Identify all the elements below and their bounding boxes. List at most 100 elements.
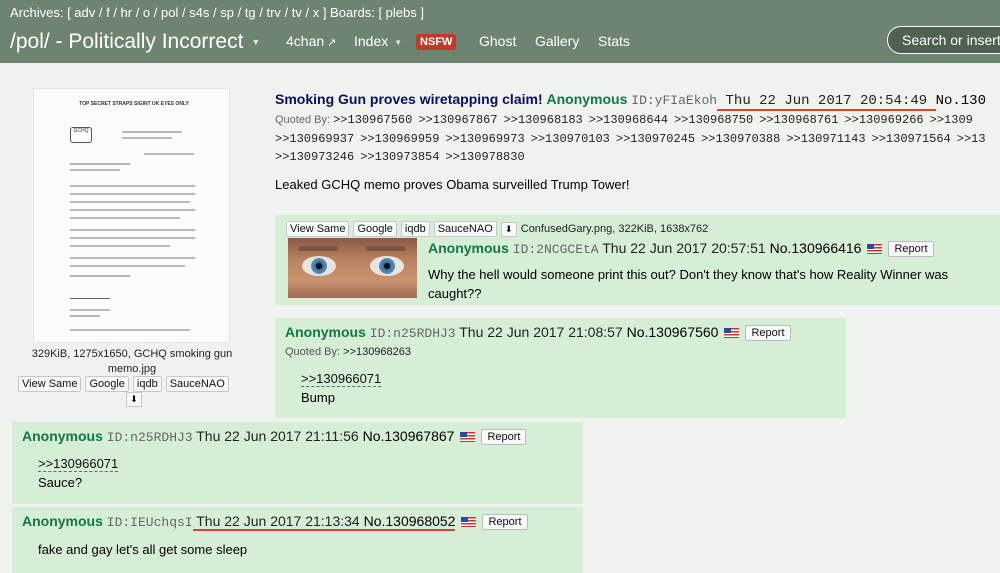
post-date: Thu 22 Jun 2017 21:08:57 bbox=[459, 324, 623, 340]
post-number[interactable]: No.130968052 bbox=[364, 513, 456, 529]
post-number[interactable]: No.130966416 bbox=[770, 240, 862, 256]
nav-gallery-link[interactable]: Gallery bbox=[535, 33, 579, 49]
backlink[interactable]: >>130970388 bbox=[701, 132, 780, 146]
doc-line bbox=[70, 257, 195, 259]
search-input[interactable]: Search or insert bbox=[887, 26, 1000, 54]
post-number[interactable]: No.130967560 bbox=[627, 324, 719, 340]
op-file-info-line2[interactable]: memo.jpg bbox=[18, 362, 246, 377]
poster-id[interactable]: ID:2NCGCEtA bbox=[513, 242, 599, 257]
download-icon[interactable]: ⬇ bbox=[500, 222, 517, 237]
poster-name: Anonymous bbox=[22, 513, 103, 529]
signature-mark bbox=[70, 289, 110, 299]
download-icon[interactable]: ⬇ bbox=[126, 392, 142, 407]
quoted-by-label: Quoted By: bbox=[285, 346, 341, 358]
iqdb-button[interactable]: iqdb bbox=[132, 376, 162, 392]
poster-id[interactable]: ID:n25RDHJ3 bbox=[370, 326, 456, 341]
doc-line bbox=[70, 275, 130, 277]
chevron-down-icon[interactable]: ▼ bbox=[394, 38, 402, 47]
file-name-link[interactable]: ConfusedGary.png, 322KiB, 1638x762 bbox=[521, 223, 709, 235]
doc-line bbox=[70, 193, 195, 195]
backlink[interactable]: >>130967867 bbox=[418, 113, 497, 127]
google-button[interactable]: Google bbox=[353, 221, 397, 237]
external-link-icon: ↗ bbox=[327, 37, 337, 49]
report-button[interactable]: Report bbox=[481, 429, 527, 446]
top-nav-bar: Archives: [ adv / f / hr / o / pol / s4s… bbox=[0, 0, 1000, 63]
report-button[interactable]: Report bbox=[745, 325, 791, 342]
backlink[interactable]: >>130969266 bbox=[844, 113, 923, 127]
backlink[interactable]: >>130969959 bbox=[360, 132, 439, 146]
report-button[interactable]: Report bbox=[482, 514, 528, 531]
report-button[interactable]: Report bbox=[888, 241, 934, 258]
op-file-info[interactable]: 329KiB, 1275x1650, GCHQ smoking gun memo… bbox=[18, 347, 246, 377]
archives-links[interactable]: Archives: [ adv / f / hr / o / pol / s4s… bbox=[10, 5, 424, 20]
quoted-by-label: Quoted By: bbox=[275, 114, 331, 126]
quote-link[interactable]: >>130966071 bbox=[38, 456, 119, 472]
post-number[interactable]: No.130967867 bbox=[363, 428, 455, 444]
thumb-detail bbox=[298, 246, 338, 251]
backlink[interactable]: >>130971143 bbox=[786, 132, 865, 146]
backlink[interactable]: >>130969973 bbox=[445, 132, 524, 146]
poster-id[interactable]: ID:IEUchqsI bbox=[107, 515, 193, 530]
doc-line bbox=[70, 329, 190, 331]
backlink[interactable]: >>130968263 bbox=[343, 346, 411, 358]
board-title[interactable]: /pol/ - Politically Incorrect ▼ bbox=[10, 30, 260, 54]
iqdb-button[interactable]: iqdb bbox=[400, 221, 430, 237]
nav-index-link[interactable]: Index ▼ bbox=[354, 33, 402, 49]
backlink[interactable]: >>130970245 bbox=[616, 132, 695, 146]
poster-name: Anonymous bbox=[22, 428, 103, 444]
post-number[interactable]: No.130 bbox=[936, 93, 986, 109]
reply-file-info: View Same Google iqdb SauceNAO ⬇ ConfusedGary… bbox=[286, 221, 708, 237]
board-title-text[interactable]: /pol/ - Politically Incorrect bbox=[10, 30, 243, 53]
backlink[interactable]: >>130967560 bbox=[333, 113, 412, 127]
backlink[interactable]: >>130970103 bbox=[531, 132, 610, 146]
nav-4chan-label[interactable]: 4chan bbox=[286, 33, 324, 49]
nav-ghost-link[interactable]: Ghost bbox=[479, 33, 516, 49]
thumb-detail bbox=[379, 258, 395, 274]
backlink[interactable]: >>130973854 bbox=[360, 150, 439, 164]
google-button[interactable]: Google bbox=[85, 376, 129, 392]
us-flag-icon bbox=[461, 517, 477, 528]
op-header: Smoking Gun proves wiretapping claim! An… bbox=[275, 91, 986, 111]
nsfw-badge[interactable]: NSFW bbox=[416, 34, 457, 50]
doc-line bbox=[70, 209, 195, 211]
backlink[interactable]: >>13 bbox=[957, 132, 986, 146]
doc-line bbox=[70, 201, 190, 203]
reply-message-line: Bump bbox=[301, 390, 335, 405]
op-image-thumbnail[interactable]: TOP SECRET STRAPS SIGINT UK EYES ONLY GC… bbox=[33, 88, 230, 343]
us-flag-icon bbox=[724, 328, 740, 339]
backlink[interactable]: >>130978830 bbox=[445, 150, 524, 164]
post-date-text: Thu 22 Jun 2017 20:54:49 bbox=[725, 93, 928, 109]
op-download-row: ⬇ bbox=[126, 392, 142, 407]
view-same-button[interactable]: View Same bbox=[18, 376, 82, 392]
nav-stats-link[interactable]: Stats bbox=[598, 33, 630, 49]
nav-4chan-link[interactable]: 4chan ↗ bbox=[286, 33, 336, 49]
post-date: Thu 22 Jun 2017 20:54:49 bbox=[717, 93, 936, 111]
reply-image-thumbnail[interactable] bbox=[288, 238, 417, 298]
view-same-button[interactable]: View Same bbox=[286, 221, 350, 237]
reply-message-line: Sauce? bbox=[38, 475, 83, 490]
quote-link[interactable]: >>130966071 bbox=[301, 371, 382, 387]
backlink[interactable]: >>130968750 bbox=[674, 113, 753, 127]
reply-message: Why the hell would someone print this ou… bbox=[428, 265, 948, 303]
backlink[interactable]: >>1309 bbox=[930, 113, 973, 127]
backlink[interactable]: >>130968644 bbox=[589, 113, 668, 127]
post-date-highlight: Thu 22 Jun 2017 21:13:34 No.130968052 bbox=[192, 513, 456, 531]
saucenao-button[interactable]: SauceNAO bbox=[165, 376, 229, 392]
nav-index-label[interactable]: Index bbox=[354, 33, 388, 49]
backlink[interactable]: >>130971564 bbox=[872, 132, 951, 146]
reply-header: Anonymous ID:2NCGCEtA Thu 22 Jun 2017 20… bbox=[428, 240, 934, 258]
chevron-down-icon[interactable]: ▼ bbox=[251, 37, 260, 47]
post-subject: Smoking Gun proves wiretapping claim! bbox=[275, 91, 543, 107]
poster-id[interactable]: ID:n25RDHJ3 bbox=[107, 430, 193, 445]
doc-line bbox=[70, 315, 100, 317]
reply-quoted-by: Quoted By: >>130968263 bbox=[285, 346, 411, 358]
doc-line bbox=[122, 137, 172, 139]
us-flag-icon bbox=[867, 244, 883, 255]
backlink[interactable]: >>130969937 bbox=[275, 132, 354, 146]
backlink[interactable]: >>130968183 bbox=[504, 113, 583, 127]
post-date: Thu 22 Jun 2017 21:13:34 bbox=[196, 513, 360, 529]
saucenao-button[interactable]: SauceNAO bbox=[433, 221, 497, 237]
backlink[interactable]: >>130973246 bbox=[275, 150, 354, 164]
poster-id[interactable]: ID:yFIaEkoh bbox=[631, 93, 717, 108]
backlink[interactable]: >>130968761 bbox=[759, 113, 838, 127]
